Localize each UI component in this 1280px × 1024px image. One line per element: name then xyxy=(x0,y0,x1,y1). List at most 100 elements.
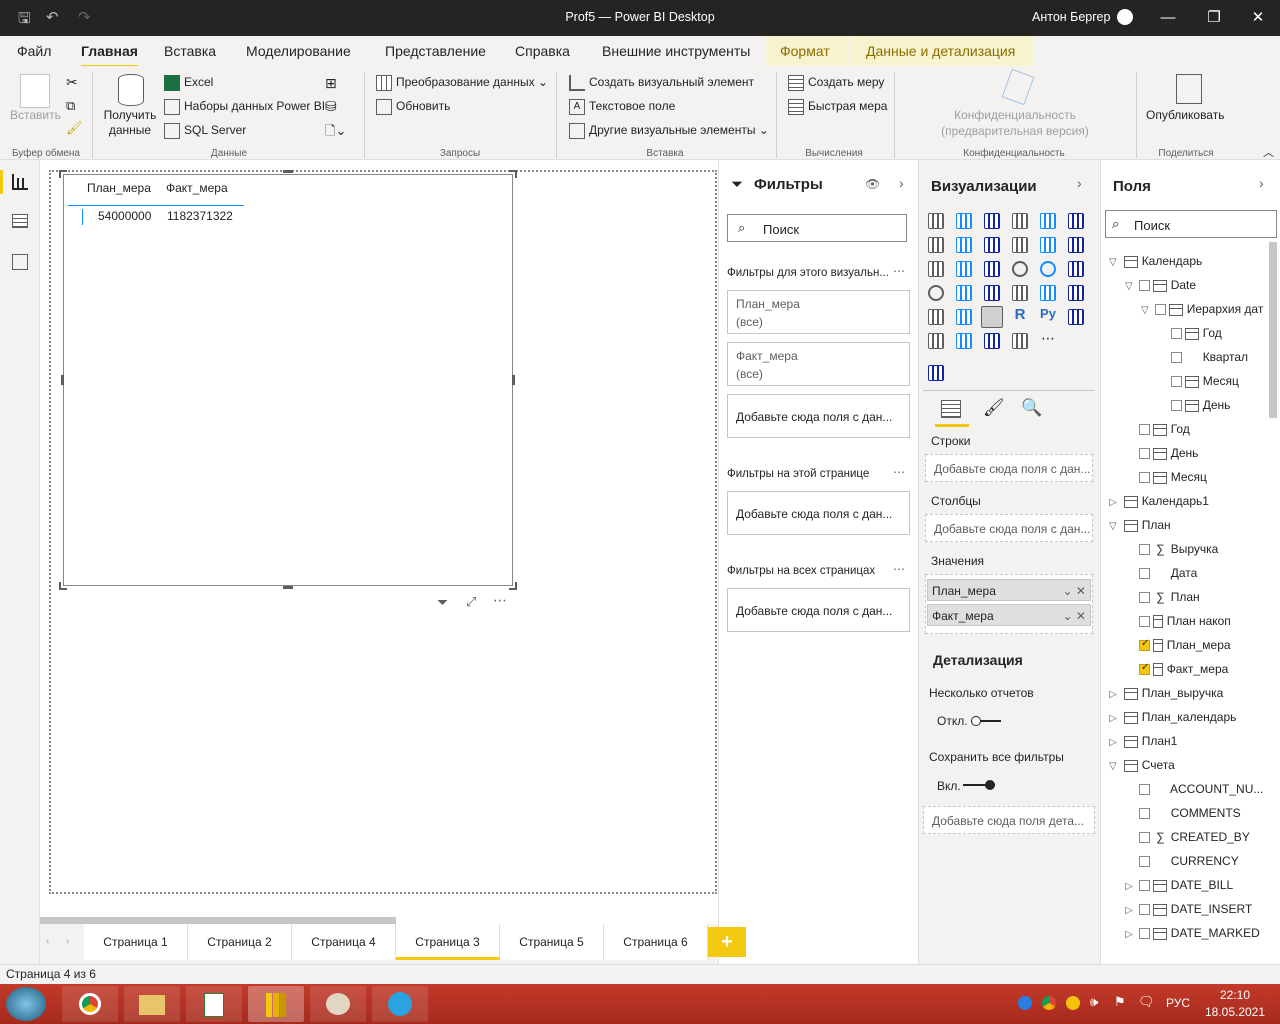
field-table[interactable]: ▷ Календарь1 xyxy=(1101,494,1209,518)
page-tab[interactable]: Страница 6 xyxy=(604,924,708,960)
analytics-tab-icon[interactable]: 🔍 xyxy=(1021,398,1042,418)
columns-drop-well[interactable]: Добавьте сюда поля с дан... xyxy=(925,514,1093,542)
prev-page-icon[interactable]: ‹ xyxy=(46,936,49,947)
chrome-app[interactable] xyxy=(62,986,118,1022)
add-filter-drop[interactable]: Добавьте сюда поля с дан... xyxy=(727,491,910,535)
menu-format[interactable]: Формат xyxy=(780,43,830,59)
enter-data-icon[interactable]: ⊞ xyxy=(325,75,337,92)
field-item[interactable]: ∑ План xyxy=(1101,590,1200,614)
map-icon[interactable] xyxy=(928,285,944,301)
field-item[interactable]: Квартал xyxy=(1101,350,1248,374)
fields-search-input[interactable]: ⌕ Поиск xyxy=(1105,210,1277,238)
field-item[interactable]: ▷ DATE_BILL xyxy=(1101,878,1233,902)
key-influencers-icon[interactable] xyxy=(1068,309,1084,325)
line-clustered-icon[interactable] xyxy=(1040,237,1056,253)
slicer-icon[interactable] xyxy=(928,309,944,325)
resize-handle[interactable] xyxy=(59,582,67,590)
field-item[interactable]: Факт_мера xyxy=(1101,662,1228,686)
quick-measure-button[interactable]: Быстрая мера xyxy=(788,99,887,115)
cut-icon[interactable]: ✂ xyxy=(66,74,78,91)
more-visuals-button[interactable]: Другие визуальные элементы ⌄ xyxy=(569,123,769,139)
waterfall-icon[interactable] xyxy=(928,261,944,277)
tray-icon[interactable] xyxy=(1066,996,1080,1010)
page-tab[interactable]: Страница 5 xyxy=(500,924,604,960)
smart-narrative-icon[interactable] xyxy=(984,333,1000,349)
next-page-icon[interactable]: › xyxy=(66,936,69,947)
kpi-icon[interactable] xyxy=(1068,285,1084,301)
more-options-icon[interactable]: ⋯ xyxy=(893,465,905,479)
add-page-button[interactable]: + xyxy=(708,927,746,957)
field-item[interactable]: CURRENCY xyxy=(1101,854,1239,878)
treemap-icon[interactable] xyxy=(1068,261,1084,277)
paste-button[interactable]: Вставить xyxy=(10,108,61,122)
keep-filters-toggle[interactable] xyxy=(963,780,995,790)
copy-icon[interactable]: ⧉ xyxy=(66,98,75,114)
menu-view[interactable]: Представление xyxy=(385,43,486,59)
scatter-icon[interactable] xyxy=(984,261,1000,277)
table-header-plan[interactable]: План_мера xyxy=(87,181,151,195)
funnel-icon[interactable] xyxy=(956,261,972,277)
field-item[interactable]: COMMENTS xyxy=(1101,806,1241,830)
matrix-icon[interactable] xyxy=(981,306,1003,328)
report-canvas[interactable]: План_мера Факт_мера 54000000 1182371322 … xyxy=(40,160,718,924)
more-options-icon[interactable]: ⋯ xyxy=(493,592,507,609)
table-visual[interactable]: План_мера Факт_мера 54000000 1182371322 xyxy=(63,174,513,586)
gauge-icon[interactable] xyxy=(984,285,1000,301)
stacked-column-icon[interactable] xyxy=(956,213,972,229)
eye-icon[interactable]: 👁 xyxy=(865,177,880,191)
r-script-icon[interactable]: R xyxy=(1009,306,1031,328)
filter-card[interactable]: План_мера (все) xyxy=(727,290,910,334)
notifications-icon[interactable]: 🗨 xyxy=(1138,994,1155,1010)
page-tab[interactable]: Страница 4 xyxy=(292,924,396,960)
stacked-bar-icon[interactable] xyxy=(928,213,944,229)
field-item[interactable]: ACCOUNT_NU... xyxy=(1101,782,1263,806)
refresh-button[interactable]: Обновить xyxy=(376,99,450,115)
format-painter-icon[interactable]: 🖌 xyxy=(66,120,83,136)
filter-card[interactable]: Факт_мера (все) xyxy=(727,342,910,386)
resize-handle[interactable] xyxy=(509,170,517,178)
fields-tab-icon[interactable] xyxy=(941,400,961,418)
collapse-ribbon-icon[interactable]: ︿ xyxy=(1263,144,1274,160)
donut-icon[interactable] xyxy=(1040,261,1056,277)
100-bar-icon[interactable] xyxy=(1040,213,1056,229)
page-tab[interactable]: Страница 3 xyxy=(396,924,500,960)
sql-server-button[interactable]: SQL Server xyxy=(164,123,246,139)
field-item[interactable]: Дата xyxy=(1101,566,1197,590)
clock-time[interactable]: 22:10 xyxy=(1200,988,1270,1002)
field-item[interactable]: ▽ Date xyxy=(1101,278,1196,302)
field-item[interactable]: План накоп xyxy=(1101,614,1231,638)
field-item[interactable]: ∑ CREATED_BY xyxy=(1101,830,1250,854)
field-table[interactable]: ▽ Календарь xyxy=(1101,254,1202,278)
telegram-app[interactable] xyxy=(372,986,428,1022)
filled-map-icon[interactable] xyxy=(956,285,972,301)
add-filter-drop[interactable]: Добавьте сюда поля с дан... xyxy=(727,394,910,438)
clustered-column-icon[interactable] xyxy=(1012,213,1028,229)
qa-icon[interactable] xyxy=(956,333,972,349)
field-item[interactable]: День xyxy=(1101,398,1230,422)
field-item[interactable]: Год xyxy=(1101,326,1222,350)
card-icon[interactable] xyxy=(1012,285,1028,301)
vertical-scrollbar[interactable] xyxy=(1269,242,1277,418)
minimize-button[interactable]: — xyxy=(1148,6,1188,30)
format-tab-icon[interactable]: 🖌 xyxy=(983,398,1005,418)
field-table[interactable]: ▷ План1 xyxy=(1101,734,1177,758)
resize-handle[interactable] xyxy=(283,170,293,173)
more-visuals-icon[interactable]: ⋯ xyxy=(1037,330,1059,352)
paint-app[interactable] xyxy=(310,986,366,1022)
tray-icon[interactable] xyxy=(1018,996,1032,1010)
100-column-icon[interactable] xyxy=(1068,213,1084,229)
close-button[interactable]: ✕ xyxy=(1238,6,1278,30)
visual-filter-icon[interactable]: ⏷ xyxy=(437,594,448,611)
field-item[interactable]: Месяц xyxy=(1101,374,1239,398)
field-item[interactable]: Год xyxy=(1101,422,1190,446)
menu-home[interactable]: Главная xyxy=(81,43,138,68)
area-icon[interactable] xyxy=(956,237,972,253)
explorer-app[interactable] xyxy=(124,986,180,1022)
menu-modeling[interactable]: Моделирование xyxy=(246,43,351,59)
menu-insert[interactable]: Вставка xyxy=(164,43,216,59)
image-icon[interactable] xyxy=(928,365,944,381)
field-table[interactable]: ▽ Счета xyxy=(1101,758,1175,782)
powerbi-app[interactable] xyxy=(248,986,304,1022)
table-header-fact[interactable]: Факт_мера xyxy=(166,181,228,195)
resize-handle[interactable] xyxy=(283,586,293,589)
